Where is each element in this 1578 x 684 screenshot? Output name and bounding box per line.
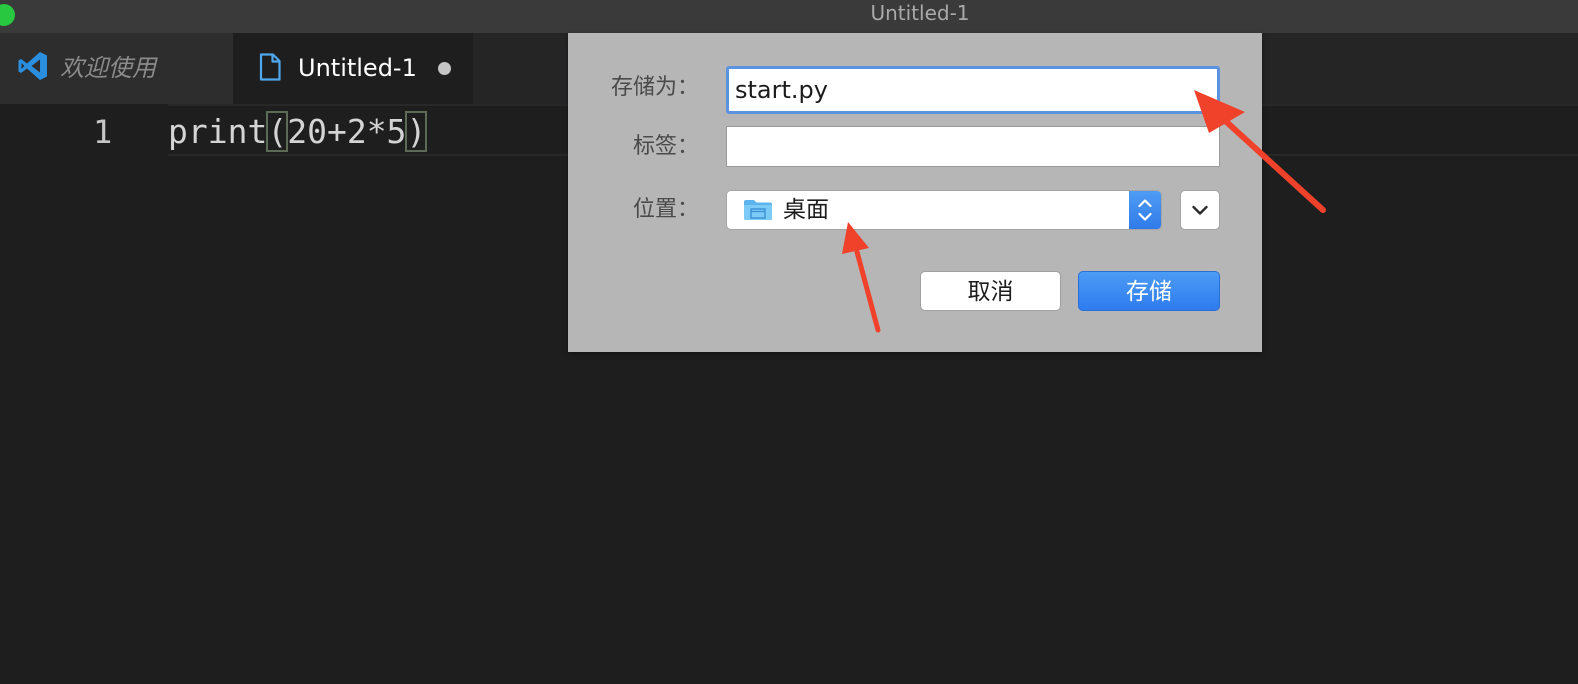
location-label: 位置： <box>632 197 699 222</box>
code-expression: 20+2*5 <box>287 112 407 151</box>
tab-untitled-1[interactable]: Untitled-1 <box>233 33 473 104</box>
folder-icon <box>743 199 773 225</box>
code-open-paren: ( <box>266 111 289 152</box>
expand-browser-button[interactable] <box>1180 190 1220 230</box>
file-icon <box>259 53 281 85</box>
code-close-paren: ) <box>405 111 428 152</box>
tags-label: 标签： <box>632 134 699 159</box>
window-title: Untitled-1 <box>870 1 970 25</box>
tab-welcome-label: 欢迎使用 <box>60 54 156 82</box>
location-stepper[interactable] <box>1129 191 1161 229</box>
unsaved-dot-icon[interactable] <box>438 62 451 75</box>
code-function-name: print <box>168 112 268 151</box>
code-line[interactable]: print(20+2*5) <box>168 111 428 152</box>
tab-untitled-1-label: Untitled-1 <box>298 54 417 82</box>
cancel-button[interactable]: 取消 <box>920 271 1061 311</box>
location-select[interactable]: 桌面 <box>726 190 1162 230</box>
save-as-input[interactable] <box>726 66 1220 114</box>
save-button[interactable]: 存储 <box>1078 271 1220 311</box>
line-number: 1 <box>93 113 113 151</box>
chevron-down-icon <box>1192 205 1208 215</box>
tags-input[interactable] <box>726 126 1220 167</box>
chevron-up-down-icon <box>1138 199 1152 221</box>
vscode-logo-icon <box>17 50 49 86</box>
title-bar: Untitled-1 <box>0 0 1578 33</box>
tab-welcome[interactable]: 欢迎使用 <box>0 33 233 104</box>
save-dialog: 存储为： 标签： 位置： 桌面 取消 存储 <box>568 33 1262 352</box>
location-value: 桌面 <box>783 197 829 223</box>
save-as-label: 存储为： <box>610 75 699 100</box>
